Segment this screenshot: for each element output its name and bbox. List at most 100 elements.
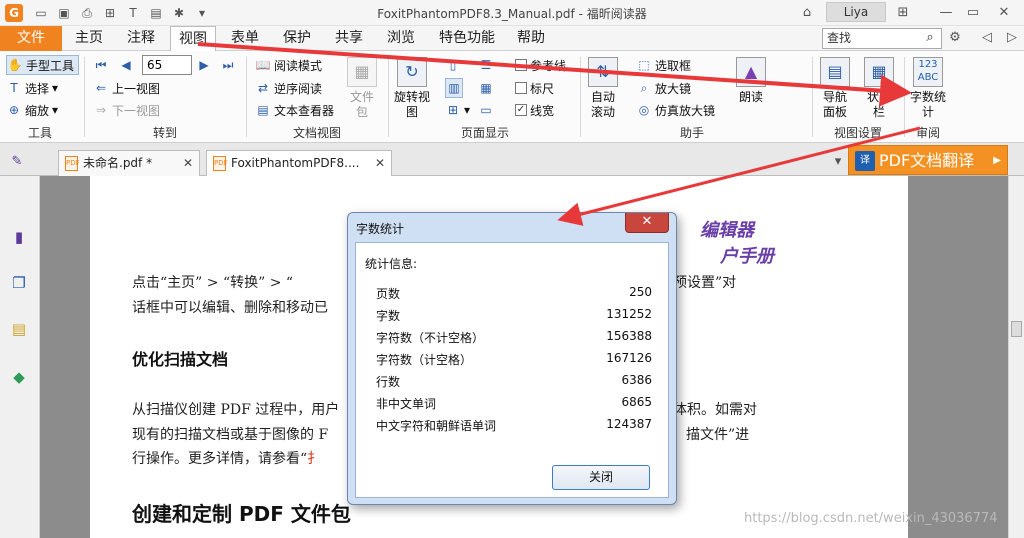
bookmark-icon[interactable]: ▮ <box>8 226 30 248</box>
pdf-translate-button[interactable]: 译 PDF文档翻译 ▶ <box>848 145 1008 175</box>
text-viewer-button[interactable]: ▤ 文本查看器 <box>255 100 334 120</box>
hand-tool-button[interactable]: ✋ 手型工具 <box>6 55 80 75</box>
read-aloud-button[interactable]: ▲ 朗读 <box>734 57 768 105</box>
comment-icon[interactable]: ▤ <box>147 4 165 22</box>
group-label-assist: 助手 <box>679 126 704 140</box>
marquee-button[interactable]: ⬚ 选取框 <box>636 55 691 75</box>
dialog-close-icon[interactable]: ✕ <box>625 213 669 233</box>
file-package-button[interactable]: ▦ 文件包 <box>345 57 379 120</box>
comments-icon[interactable]: ▤ <box>8 318 30 340</box>
dialog-title: 字数统计 <box>356 222 405 236</box>
auto-scroll-button[interactable]: ⇅ 自动滚动 <box>586 57 620 120</box>
close-window-icon[interactable]: ✕ <box>995 4 1013 22</box>
doc-paragraph-line: 描文件”进 <box>686 427 750 443</box>
minimize-icon[interactable]: — <box>937 4 955 22</box>
menu-form[interactable]: 表单 <box>224 26 266 51</box>
page-transition-button[interactable]: ▭ <box>478 100 494 120</box>
menu-features[interactable]: 特色功能 <box>432 26 502 51</box>
last-page-button[interactable]: ⏭ <box>220 55 236 75</box>
app-logo-icon[interactable]: G <box>5 4 23 22</box>
prev-page-button[interactable]: ◀ <box>118 55 134 75</box>
split-button[interactable]: ⊞ ▾ <box>445 100 470 120</box>
word-count-button[interactable]: 123 ABC 字数统计 <box>910 57 946 120</box>
first-page-button[interactable]: ⏮ <box>93 55 109 75</box>
shirt-icon[interactable]: ⌂ <box>798 4 816 22</box>
next-page-button[interactable]: ▶ <box>196 55 212 75</box>
prev-view-button[interactable]: ⇐ 上一视图 <box>93 78 160 98</box>
forward-icon[interactable]: ▷ <box>1003 29 1021 47</box>
loupe-button[interactable]: ⌕ 放大镜 <box>636 78 691 98</box>
rotate-view-button[interactable]: ↻ 旋转视图 <box>394 57 430 120</box>
zoom-button[interactable]: ⊕ 缩放 ▾ <box>6 100 58 120</box>
group-label-goto: 转到 <box>152 126 177 140</box>
menu-browse[interactable]: 浏览 <box>380 26 422 51</box>
ribbon: ✋ 手型工具 T 选择 ▾ ⊕ 缩放 ▾ 工具 ⏮ ◀ 65 ▶ ⏭ ⇐ 上一视图 ⇒ 下一视… <box>0 51 1024 143</box>
tab-manual[interactable]: PDF FoxitPhantomPDF8.... ✕ <box>206 150 392 176</box>
lineweight-check[interactable]: ✓ <box>515 104 527 116</box>
continuous-page-button[interactable]: ☰ <box>478 55 494 75</box>
next-page-icon: ▶ <box>199 58 209 72</box>
close-button[interactable]: 关闭 <box>552 465 650 490</box>
nav-panel-button[interactable]: ▤ 导航面板 <box>818 57 852 120</box>
separator <box>580 57 581 137</box>
close-tab-icon[interactable]: ✕ <box>375 151 385 175</box>
menu-comment[interactable]: 注释 <box>120 26 162 51</box>
single-page-button[interactable]: ▯ <box>445 55 461 75</box>
tab-list-icon[interactable]: ▾ <box>829 153 847 171</box>
user-account[interactable]: Liya <box>826 2 886 22</box>
reverse-read-button[interactable]: ⇄ 逆序阅读 <box>255 78 322 98</box>
facing-page-button[interactable]: ▥ <box>445 78 463 98</box>
zoom-icon: ⊕ <box>8 103 20 117</box>
left-navigation-panel: ▮ ❐ ▤ ◆ <box>0 176 40 538</box>
search-icon[interactable]: ⌕ <box>921 29 939 47</box>
cover-page-button[interactable]: ▦ <box>478 78 494 98</box>
doc-paragraph-line: 话框中可以编辑、删除和移动已 <box>132 300 328 316</box>
guides-check[interactable] <box>515 59 527 71</box>
magnifier-button[interactable]: ◎ 仿真放大镜 <box>636 100 715 120</box>
page-number-input[interactable]: 65 <box>142 55 192 75</box>
read-aloud-icon: ▲ <box>736 57 766 87</box>
vertical-scrollbar[interactable] <box>1008 176 1024 538</box>
tab-untitled[interactable]: PDF 未命名.pdf * ✕ <box>58 150 200 176</box>
pages-icon[interactable]: ❐ <box>8 272 30 294</box>
stats-heading: 统计信息: <box>365 257 418 271</box>
grid-icon[interactable]: ⊞ <box>894 4 912 22</box>
customize-qat-icon[interactable]: ▾ <box>193 4 211 22</box>
menu-protect[interactable]: 保护 <box>276 26 318 51</box>
ruler-check[interactable] <box>515 82 527 94</box>
scrollbar-thumb[interactable] <box>1011 321 1022 337</box>
select-button[interactable]: T 选择 ▾ <box>6 78 58 98</box>
menu-help[interactable]: 帮助 <box>508 26 554 51</box>
menu-file[interactable]: 文件 <box>0 26 62 51</box>
separator <box>812 57 813 137</box>
print-icon[interactable]: ⎙ <box>78 4 96 22</box>
lineweight-checkbox[interactable]: ✓ 线宽 <box>515 100 554 120</box>
separator <box>388 57 389 137</box>
prev-view-icon: ⇐ <box>95 81 107 95</box>
magnifier-icon: ◎ <box>638 103 650 117</box>
menu-home[interactable]: 主页 <box>68 26 110 51</box>
stat-row: 字数 131252 <box>376 307 652 323</box>
close-tab-icon[interactable]: ✕ <box>183 151 193 175</box>
dropdown-icon: ▾ <box>52 103 59 117</box>
restore-icon[interactable]: ▭ <box>964 4 982 22</box>
next-view-button[interactable]: ⇒ 下一视图 <box>93 100 160 120</box>
open-icon[interactable]: ▭ <box>32 4 50 22</box>
back-icon[interactable]: ◁ <box>978 29 996 47</box>
guides-checkbox[interactable]: 参考线 <box>515 55 566 75</box>
ruler-checkbox[interactable]: 标尺 <box>515 78 554 98</box>
typewriter-icon[interactable]: T <box>124 4 142 22</box>
menu-share[interactable]: 共享 <box>328 26 370 51</box>
start-page-icon[interactable]: ✎ <box>8 153 26 171</box>
split-icon: ⊞ <box>447 103 459 117</box>
save-icon[interactable]: ▣ <box>55 4 73 22</box>
settings-icon[interactable]: ⚙ <box>946 29 964 47</box>
read-mode-button[interactable]: 📖 阅读模式 <box>255 55 323 75</box>
menu-view[interactable]: 视图 <box>170 26 216 52</box>
title-bar: G ▭ ▣ ⎙ ⊞ T ▤ ✱ ▾ FoxitPhantomPDF8.3_Man… <box>0 0 1024 26</box>
stamp-icon[interactable]: ✱ <box>170 4 188 22</box>
layers-icon[interactable]: ◆ <box>8 366 30 388</box>
new-pdf-icon[interactable]: ⊞ <box>101 4 119 22</box>
status-bar-button[interactable]: ▦ 状态栏 <box>862 57 896 120</box>
doc-link[interactable]: 扌 <box>307 451 321 467</box>
